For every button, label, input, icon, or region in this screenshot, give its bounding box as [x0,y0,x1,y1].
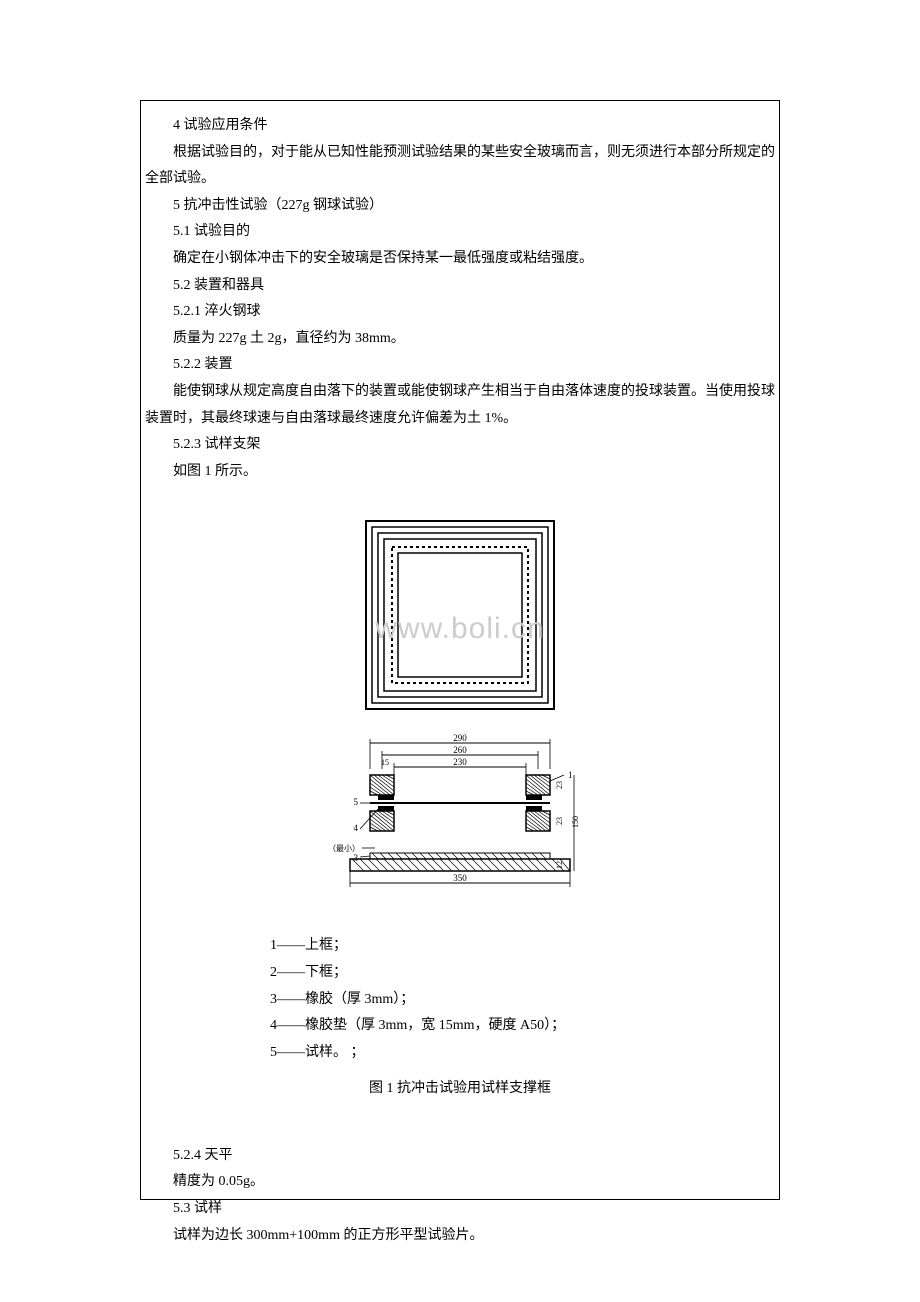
legend-5: 5——试样。 ； [270,1040,650,1067]
section-5-2-1-body: 质量为 227g 土 2g，直径约为 38mm。 [145,326,775,353]
dim-350: 350 [453,873,467,883]
section-5-2-3-body: 如图 1 所示。 [145,459,775,486]
section-5-title: 5 抗冲击性试验（227g 钢球试验） [145,193,775,220]
dim-23a: 23 [555,781,564,789]
figure-legend: 1——上框； 2——下框； 3——橡胶（厚 3mm）； 4——橡胶垫（厚 3mm… [270,933,650,1066]
ref-4: 4 [354,823,359,833]
dim-290: 290 [453,733,467,743]
dim-15: 15 [381,758,389,767]
figure-1: www.boli.cn 290 260 [145,515,775,1103]
section-5-2-2-body: 能使钢球从规定高度自由落下的装置或能使钢球产生相当于自由落体速度的投球装置。当使… [145,379,775,432]
section-view-diagram: 290 260 230 15 1 [145,733,775,913]
section-5-1-body: 确定在小钢体冲击下的安全玻璃是否保持某一最低强度或粘结强度。 [145,246,775,273]
section-5-2-4-title: 5.2.4 天平 [145,1143,775,1170]
section-5-2-1-title: 5.2.1 淬火钢球 [145,299,775,326]
section-5-1-title: 5.1 试验目的 [145,219,775,246]
section-5-2-3-title: 5.2.3 试样支架 [145,432,775,459]
section-5-3-title: 5.3 试样 [145,1196,775,1223]
legend-1: 1——上框； [270,933,650,960]
dim-23b: 23 [555,817,564,825]
section-5-3-body: 试样为边长 300mm+100mm 的正方形平型试验片。 [145,1223,775,1250]
section-4-title: 4 试验应用条件 [145,113,775,140]
dim-12: 12 [555,861,564,869]
top-view-diagram [145,515,775,715]
dim-min10: 10（最小） [330,844,360,853]
section-4-body: 根据试验目的，对于能从已知性能预测试验结果的某些安全玻璃而言，则无须进行本部分所… [145,140,775,193]
legend-2: 2——下框； [270,960,650,987]
dim-260: 260 [453,745,467,755]
dim-150: 150 [571,816,580,828]
figure-caption: 图 1 抗冲击试验用试样支撑框 [145,1076,775,1103]
section-5-2-title: 5.2 装置和器具 [145,273,775,300]
legend-4: 4——橡胶垫（厚 3mm，宽 15mm，硬度 A50）； [270,1013,650,1040]
dim-230: 230 [453,757,467,767]
legend-3: 3——橡胶（厚 3mm）； [270,987,650,1014]
section-5-2-4-body: 精度为 0.05g。 [145,1169,775,1196]
section-5-2-2-title: 5.2.2 装置 [145,352,775,379]
page-border: 4 试验应用条件 根据试验目的，对于能从已知性能预测试验结果的某些安全玻璃而言，… [140,100,780,1200]
ref-5: 5 [354,797,359,807]
ref-1: 1 [568,770,573,780]
